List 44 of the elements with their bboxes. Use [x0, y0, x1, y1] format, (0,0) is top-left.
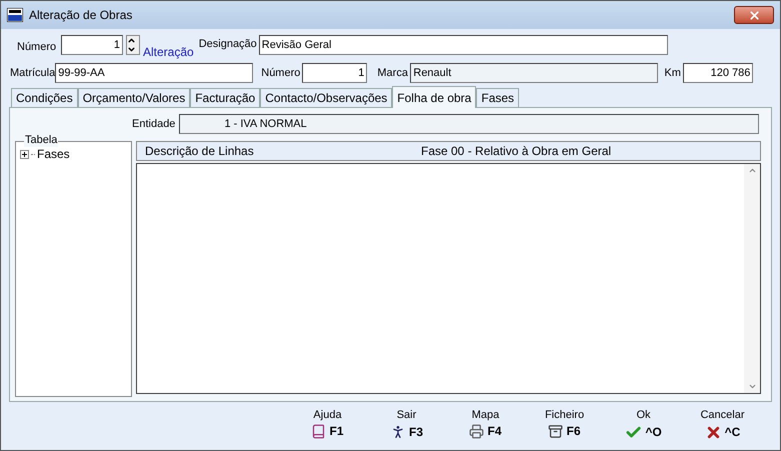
field-label: Marca — [377, 66, 409, 81]
printer-icon — [469, 424, 484, 439]
tree-item[interactable]: Fases — [37, 145, 70, 163]
tab[interactable]: Contacto/Observações — [260, 88, 392, 107]
column-heading: Descrição de Linhas — [145, 143, 255, 160]
cabinet-icon — [548, 424, 564, 439]
cross-icon — [704, 424, 722, 441]
window-title: Alteração de Obras — [29, 7, 132, 24]
number-field[interactable]: 1 — [302, 63, 368, 83]
tab[interactable]: Folha de obra — [392, 86, 476, 108]
toolbar-button[interactable]: Ficheiro F6 — [525, 409, 604, 441]
number-field[interactable]: 1 — [61, 35, 123, 55]
alteracao-link[interactable]: Alteração — [143, 43, 194, 61]
group-title: Tabela — [24, 133, 58, 147]
field-label: Número — [261, 66, 300, 81]
toolbar-button[interactable]: Mapa F4 — [446, 409, 525, 441]
expand-toggle[interactable] — [20, 150, 29, 158]
field-label: Matrícula — [10, 66, 56, 81]
tab[interactable]: Facturação — [190, 88, 260, 107]
km-field[interactable]: 120 786 — [683, 63, 754, 83]
column-heading: Fase 00 - Relativo à Obra em Geral — [421, 143, 612, 160]
brand-field[interactable]: Renault — [410, 63, 658, 83]
designation-field[interactable]: Revisão Geral — [258, 35, 668, 55]
entity-field[interactable]: 1 - IVA NORMAL — [179, 114, 760, 134]
plate-field[interactable]: 99-99-AA — [55, 63, 254, 83]
tab[interactable]: Fases — [476, 88, 520, 107]
toolbar-button[interactable]: Cancelar ^C — [683, 409, 762, 441]
field-label: Designação — [198, 37, 257, 52]
scroll-down-icon — [748, 382, 756, 391]
book-icon — [311, 424, 326, 439]
close-icon — [748, 8, 760, 22]
field-label: Entidade — [132, 116, 176, 132]
field-label: Km — [664, 66, 682, 81]
close-button[interactable] — [734, 6, 774, 24]
toolbar-button[interactable]: Ok ^O — [604, 409, 683, 441]
tab[interactable]: Orçamento/Valores — [78, 88, 190, 107]
toolbar-button[interactable]: Sair F3 — [367, 409, 446, 441]
scroll-up-icon — [748, 166, 756, 175]
scrollbar[interactable] — [744, 164, 760, 393]
tab[interactable]: Condições — [11, 88, 78, 107]
app-icon — [7, 8, 23, 22]
toolbar-button[interactable]: Ajuda F1 — [288, 409, 367, 441]
spin-button[interactable] — [126, 35, 140, 55]
field-label: Número — [17, 40, 58, 55]
